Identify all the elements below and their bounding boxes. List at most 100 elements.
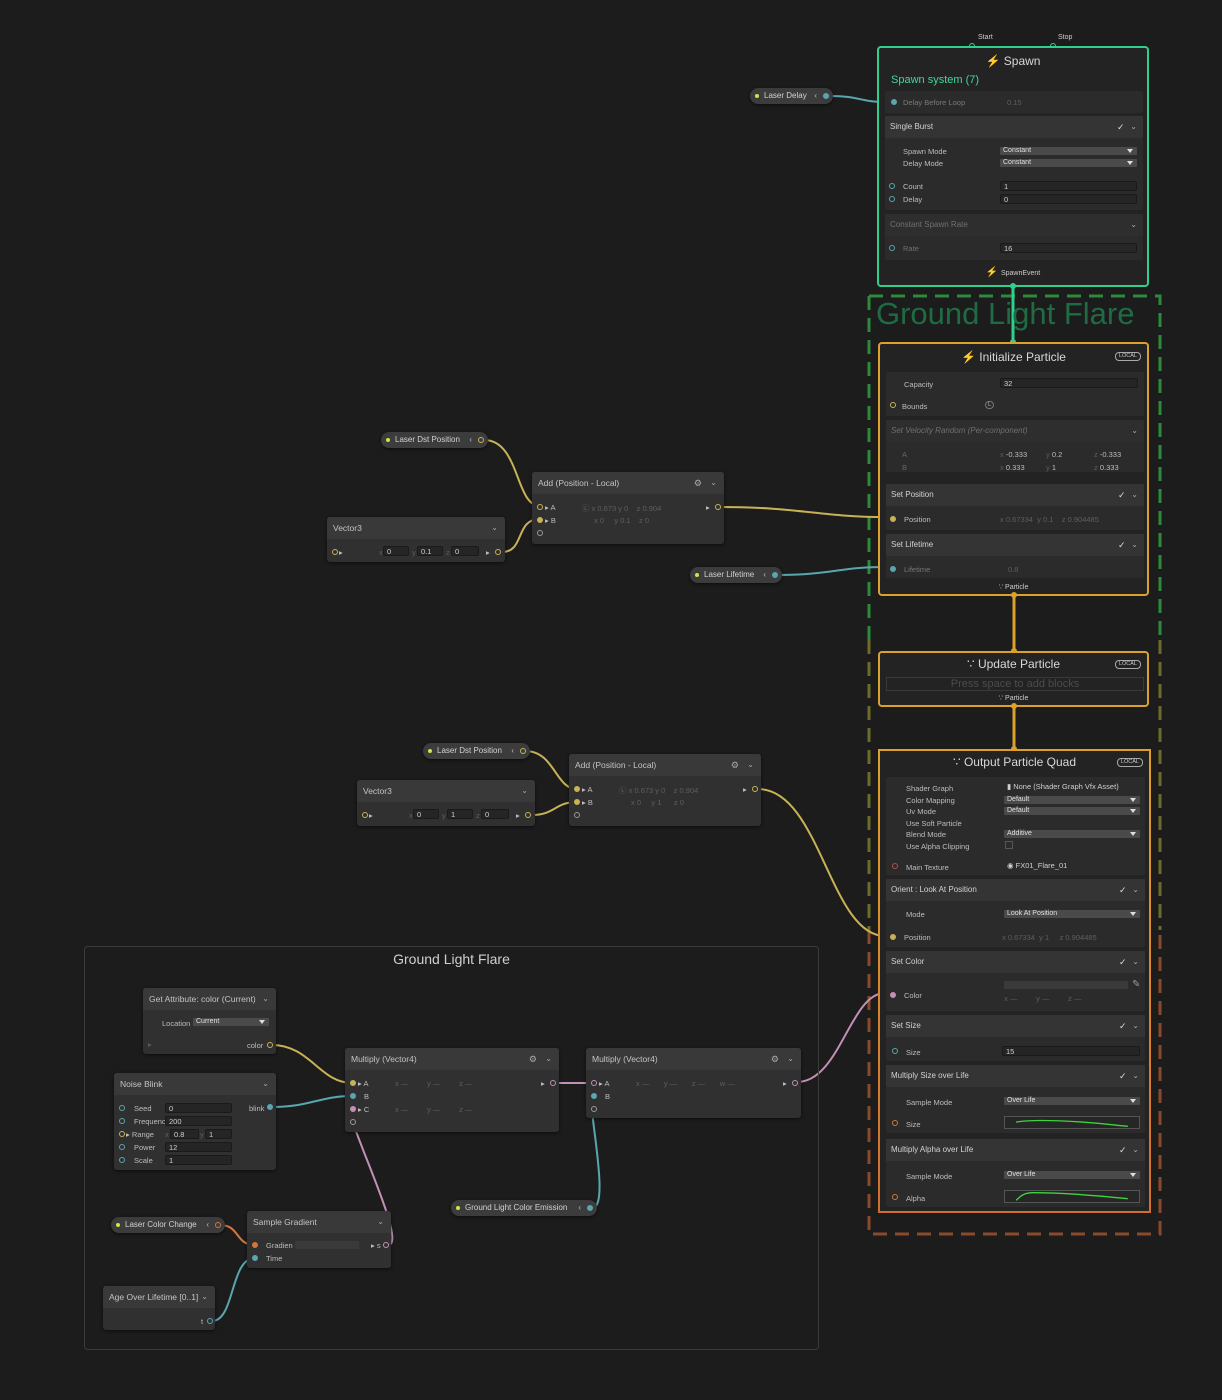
update-context[interactable]: ∵ Update Particle LOCAL Press space to a… [878,651,1149,707]
multiply-vector4-node-2[interactable]: Multiply (Vector4) ⚙ ⌄ ▸ A x — y — z — w … [586,1048,801,1118]
gradient-swatch[interactable] [295,1241,359,1249]
size-curve-port[interactable] [892,1120,898,1126]
get-attribute-color-node[interactable]: Get Attribute: color (Current) ⌄ Location… [143,988,276,1054]
alpha-port[interactable] [892,1194,898,1200]
mult-1-out-port[interactable] [550,1080,556,1086]
gear-icon[interactable]: ⚙ [694,472,702,494]
chevron-down-icon[interactable]: ⌄ [1131,484,1138,506]
range-x-field[interactable]: 0.8 [170,1129,199,1139]
vector3-1-out-port[interactable] [495,549,501,555]
laser-lifetime-property[interactable]: Laser Lifetime ‹ [690,567,782,583]
location-dropdown[interactable]: Current [193,1018,269,1026]
vector3-2-y[interactable]: 1 [447,809,473,819]
mult-2-out-port[interactable] [792,1080,798,1086]
vector3-2-x[interactable]: 0 [413,809,439,819]
mult-1-a-port[interactable] [350,1080,356,1086]
ground-emission-port[interactable] [587,1205,593,1211]
alpha-clipping-checkbox[interactable] [1005,841,1013,849]
laser-dst-1-port[interactable] [478,437,484,443]
mode-dropdown[interactable]: Look At Position [1004,910,1140,918]
initialize-context[interactable]: ⚡ Initialize Particle LOCAL Capacity 32 … [878,342,1149,596]
ground-light-emission-property[interactable]: Ground Light Color Emission ‹ [451,1200,597,1216]
orient-check[interactable]: ✓ [1119,886,1127,895]
vector3-1-x[interactable]: 0 [383,546,409,556]
set-velocity-block[interactable]: Set Velocity Random (Per-component) ⌄ A … [886,420,1144,472]
laser-delay-property[interactable]: Laser Delay ‹ [750,88,833,104]
chevron-down-icon[interactable]: ⌄ [710,472,717,494]
delay-before-loop-block[interactable]: Delay Before Loop 0.15 [885,91,1143,113]
output-context[interactable]: ∵ Output Particle Quad LOCAL Shader Grap… [878,749,1151,1213]
chevron-down-icon[interactable]: ⌄ [1130,116,1137,138]
mult-1-c-port[interactable] [350,1106,356,1112]
chevron-down-icon[interactable]: ⌄ [262,988,269,1010]
set-lifetime-check[interactable]: ✓ [1118,541,1126,550]
spawn-event-port[interactable] [1010,283,1016,289]
mult-2-add-port[interactable] [591,1106,597,1112]
color-swatch[interactable] [1004,981,1128,989]
chevron-down-icon[interactable]: ⌄ [521,780,528,802]
laser-delay-port[interactable] [823,93,829,99]
shader-graph-field[interactable]: ▮ None (Shader Graph Vfx Asset) [1004,782,1140,792]
size-field[interactable]: 15 [1002,1046,1140,1056]
power-port[interactable] [119,1144,125,1150]
alpha-curve[interactable] [1004,1190,1140,1203]
spawn-context[interactable]: ⚡ Spawn Spawn system (7) Delay Before Lo… [877,46,1149,287]
set-position-block[interactable]: Set Position ✓ ⌄ Position x 0.67334 y 0.… [886,484,1144,530]
chevron-down-icon[interactable]: ⌄ [1130,214,1137,236]
add-2-b-port[interactable] [574,799,580,805]
chevron-down-icon[interactable]: ⌄ [377,1211,384,1233]
delay-port[interactable] [891,99,897,105]
laser-color-change-property[interactable]: Laser Color Change ‹ [111,1217,225,1233]
range-port[interactable] [119,1131,125,1137]
get-attribute-expand-arrow[interactable]: ▸ [148,1040,152,1049]
add-1-add-port[interactable] [537,530,543,536]
chevron-down-icon[interactable]: ⌄ [1132,879,1139,901]
orient-block[interactable]: Orient : Look At Position ✓ ⌄ Mode Look … [886,879,1145,947]
sample-mode-dropdown[interactable]: Over Life [1004,1097,1140,1105]
vector3-node-2[interactable]: Vector3 ⌄ ▸ x 0 y 1 z 0 ▸ [357,780,535,826]
uv-mode-dropdown[interactable]: Default [1004,807,1140,815]
add-2-a-port[interactable] [574,786,580,792]
vector3-1-in-port[interactable] [332,549,338,555]
count-port[interactable] [889,183,895,189]
bounds-port[interactable] [890,402,896,408]
sample-gradient-node[interactable]: Sample Gradient ⌄ Gradien Time ▸ s [247,1211,391,1268]
multiply-alpha-check[interactable]: ✓ [1119,1146,1127,1155]
eyedropper-icon[interactable]: ✎ [1132,979,1140,990]
multiply-alpha-block[interactable]: Multiply Alpha over Life ✓ ⌄ Sample Mode… [886,1139,1145,1207]
chevron-down-icon[interactable]: ⌄ [1132,1139,1139,1161]
vector3-2-z[interactable]: 0 [481,809,509,819]
size-port[interactable] [892,1048,898,1054]
chevron-down-icon[interactable]: ⌄ [201,1286,208,1308]
main-texture-port[interactable] [892,863,898,869]
chevron-down-icon[interactable]: ⌄ [262,1073,269,1095]
update-output-port[interactable] [1011,703,1017,709]
seed-field[interactable]: 0 [165,1103,232,1113]
color-mapping-dropdown[interactable]: Default [1004,796,1140,804]
set-color-block[interactable]: Set Color ✓ ⌄ Color ✎ x — y — z — [886,951,1145,1011]
count-field[interactable]: 1 [1000,181,1137,191]
vector3-1-y[interactable]: 0.1 [417,546,443,556]
vector3-2-out-port[interactable] [525,812,531,818]
color-output-port[interactable] [267,1042,273,1048]
set-position-check[interactable]: ✓ [1118,491,1126,500]
noise-blink-node[interactable]: Noise Blink ⌄ Seed 0 Frequenc 200 ▸ Range… [114,1073,276,1170]
vector3-2-in-port[interactable] [362,812,368,818]
laser-dst-position-2-property[interactable]: Laser Dst Position ‹ [423,743,530,759]
color-port[interactable] [890,992,896,998]
chevron-down-icon[interactable]: ⌄ [1132,1065,1139,1087]
gear-icon[interactable]: ⚙ [731,754,739,776]
time-port[interactable] [252,1255,258,1261]
single-burst-check[interactable]: ✓ [1117,123,1125,132]
laser-dst-2-port[interactable] [520,748,526,754]
chevron-down-icon[interactable]: ⌄ [1132,1015,1139,1037]
capacity-field[interactable]: 32 [1000,378,1138,388]
add-position-node-2[interactable]: Add (Position - Local) ⚙ ⌄ ▸ A Ⓛ x 0.673 … [569,754,761,826]
orient-position-port[interactable] [890,934,896,940]
size-curve[interactable] [1004,1116,1140,1129]
position-port[interactable] [890,516,896,522]
scale-field[interactable]: 1 [165,1155,232,1165]
rate-field[interactable]: 16 [1000,243,1137,253]
sample-output-port[interactable] [383,1242,389,1248]
delay-mode-dropdown[interactable]: Constant [1000,159,1137,167]
